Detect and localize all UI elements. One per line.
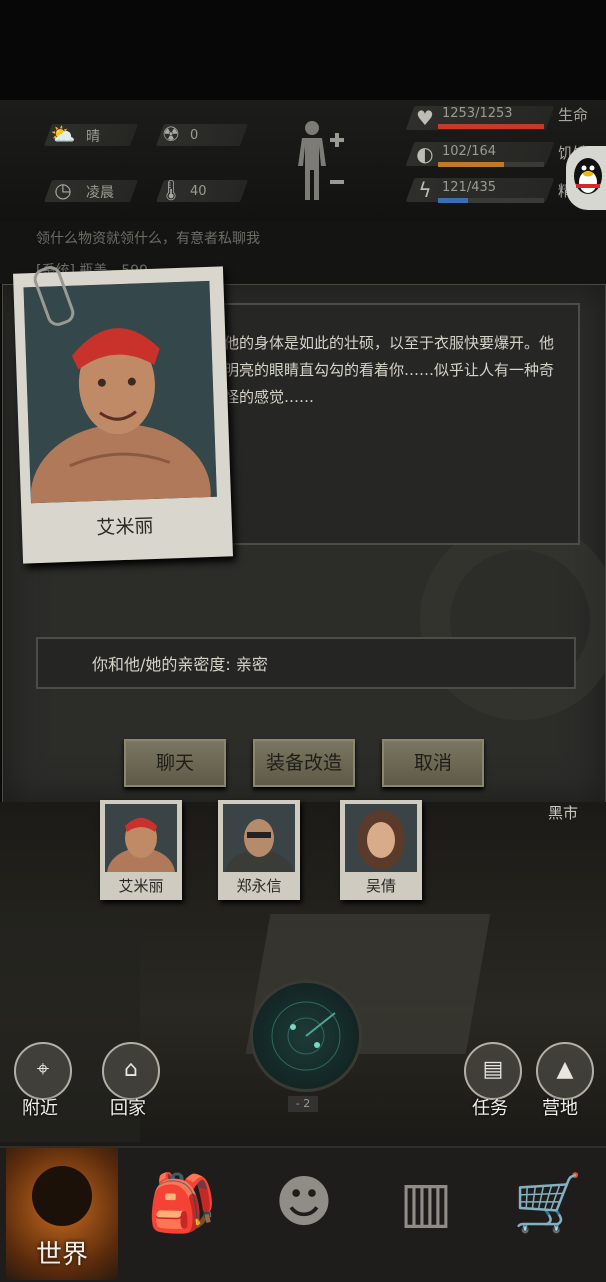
npc-name: 艾米丽 xyxy=(96,515,154,539)
camp-button[interactable]: ▲ 营地 xyxy=(536,1042,600,1120)
hp-value: 1253/1253 xyxy=(442,106,513,121)
tent-icon: ▲ xyxy=(536,1042,594,1100)
npc-card-3[interactable]: 吴倩 xyxy=(340,800,422,900)
npc-card-2[interactable]: 郑永信 xyxy=(218,800,300,900)
cancel-button[interactable]: 取消 xyxy=(382,739,484,787)
globe-icon xyxy=(32,1166,92,1226)
cart-icon[interactable]: 🛒 xyxy=(498,1170,598,1236)
home-label: 回家 xyxy=(110,1098,146,1119)
radio-icon[interactable]: ▥ xyxy=(376,1170,476,1235)
affinity-text: 你和他/她的亲密度: 亲密 xyxy=(92,655,268,674)
task-label: 任务 xyxy=(472,1098,508,1119)
npc-card-photo xyxy=(105,804,177,900)
nearby-button[interactable]: ⌖ 附近 xyxy=(14,1042,78,1120)
body-status-button[interactable] xyxy=(292,118,354,200)
energy-value: 121/435 xyxy=(442,180,497,195)
thermometer-icon: 🌡 xyxy=(158,178,184,202)
weather-sun-cloud-icon: ⛅ xyxy=(50,122,76,146)
black-market-label[interactable]: 黑市 xyxy=(548,802,578,823)
hunger-bar xyxy=(438,162,544,167)
heartbeat-icon: ♥ xyxy=(416,106,434,130)
npc-card-name: 吴倩 xyxy=(365,877,396,895)
nav-world-label: 世界 xyxy=(35,1240,88,1270)
weather-value: 晴 xyxy=(86,129,100,145)
radar-button[interactable] xyxy=(250,980,362,1092)
npc-card-1[interactable]: 艾米丽 xyxy=(100,800,182,900)
npc-card-name: 郑永信 xyxy=(236,877,282,895)
temperature-value: 40 xyxy=(190,184,207,199)
hp-label: 生命 xyxy=(558,106,589,124)
skills-head-icon[interactable]: ☻ xyxy=(254,1170,354,1235)
chat-line: 领什么物资就领什么，有意者私聊我 xyxy=(36,231,260,247)
radiation-value: 0 xyxy=(190,128,199,143)
energy-head-icon: ϟ xyxy=(418,178,432,202)
nearby-label: 附近 xyxy=(22,1098,58,1119)
chat-button[interactable]: 聊天 xyxy=(124,739,226,787)
hp-bar xyxy=(438,124,544,129)
home-icon: ⌂ xyxy=(102,1042,160,1100)
npc-description: 他的身体是如此的壮硕，以至于衣服快要爆开。他明亮的眼睛直勾勾的看着你……似乎让人… xyxy=(224,334,555,406)
home-button[interactable]: ⌂ 回家 xyxy=(102,1042,166,1120)
clock-icon: ◷ xyxy=(54,178,72,202)
status-panel: ⛅ 晴 ☢ 0 ◷ 凌晨 🌡 40 ♥ 1253/1253 生命 ◐ 102/1… xyxy=(0,100,606,224)
affinity-box: 你和他/她的亲密度: 亲密 xyxy=(36,637,576,689)
radar-level: - 2 xyxy=(288,1096,318,1112)
floating-assistant-button[interactable] xyxy=(566,146,606,210)
top-bar xyxy=(0,0,606,100)
radiation-icon: ☢ xyxy=(162,122,180,146)
radar-icon xyxy=(271,1001,341,1071)
nav-world-tab[interactable]: 世界 xyxy=(6,1148,118,1280)
energy-bar xyxy=(438,198,544,203)
body-figure-icon xyxy=(298,121,344,200)
stomach-icon: ◐ xyxy=(416,142,434,166)
location-icon: ⌖ xyxy=(14,1042,72,1100)
equip-modify-button[interactable]: 装备改造 xyxy=(253,739,355,787)
penguin-icon xyxy=(574,158,602,194)
backpack-icon[interactable]: 🎒 xyxy=(132,1170,232,1236)
npc-card-name: 艾米丽 xyxy=(118,877,164,895)
npc-card-photo xyxy=(345,804,417,872)
npc-card-photo xyxy=(223,804,295,898)
time-of-day-value: 凌晨 xyxy=(86,185,114,201)
hunger-value: 102/164 xyxy=(442,144,497,159)
camp-label: 营地 xyxy=(542,1098,578,1119)
dialog-watermark xyxy=(420,520,606,720)
task-icon: ▤ xyxy=(464,1042,522,1100)
task-button[interactable]: ▤ 任务 xyxy=(464,1042,528,1120)
